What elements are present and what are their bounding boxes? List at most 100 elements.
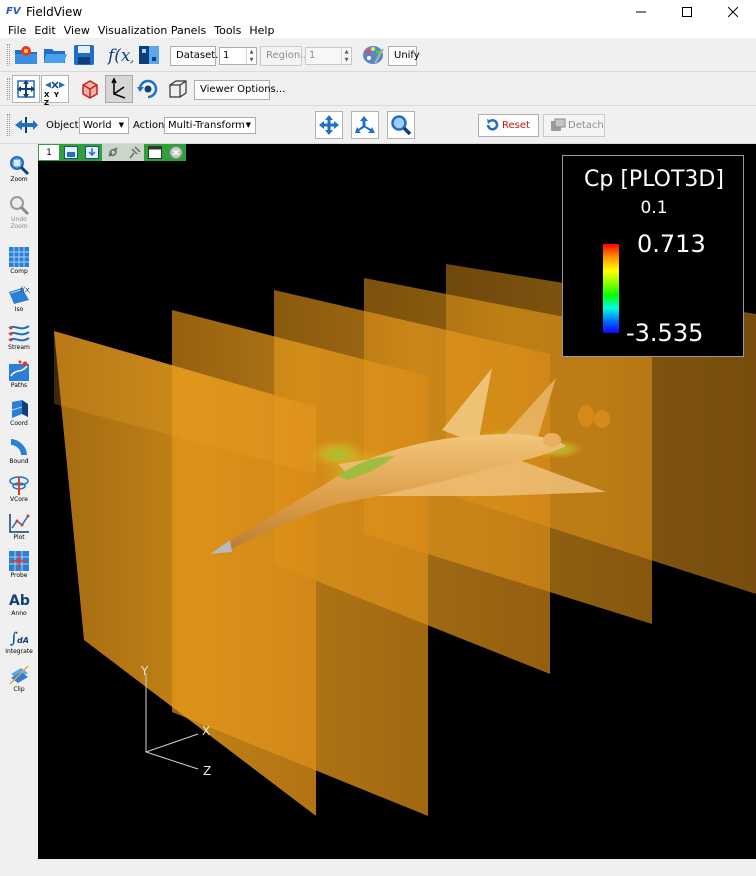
probe-icon bbox=[9, 551, 29, 571]
xyz-view-button[interactable]: X Y Z bbox=[41, 75, 69, 107]
annotation-tool[interactable]: Ab Anno bbox=[0, 588, 38, 626]
visualization-tools-panel: Zoom UndoZoom Comp f(x) Iso Stream Paths… bbox=[0, 144, 38, 860]
svg-text:dA: dA bbox=[17, 636, 29, 645]
folder-open-icon bbox=[44, 49, 67, 63]
reset-icon bbox=[486, 119, 499, 131]
fieldview-logo-icon: FV bbox=[6, 5, 21, 17]
clip-tool[interactable]: Clip bbox=[0, 664, 38, 702]
detach-button[interactable]: Detach bbox=[543, 114, 605, 137]
viewer-number-tab[interactable]: 1 bbox=[38, 144, 60, 161]
menu-help[interactable]: Help bbox=[245, 23, 278, 38]
viewer-pin-button[interactable] bbox=[123, 144, 144, 161]
vortex-blob-2 bbox=[594, 410, 610, 428]
svg-text:f(x): f(x) bbox=[107, 46, 133, 66]
transform-toolbar: Object: World ▼ Action: Multi-Transform … bbox=[0, 106, 756, 144]
axis-z-label: Z bbox=[203, 764, 212, 778]
wireframe-box-button[interactable] bbox=[164, 75, 192, 103]
dataset-number-value: 1 bbox=[223, 50, 230, 61]
palette-icon bbox=[363, 46, 384, 64]
aircraft-exhaust bbox=[543, 433, 561, 447]
reset-button-label: Reset bbox=[502, 120, 530, 131]
paths-tool[interactable]: Paths bbox=[0, 360, 38, 398]
menu-view[interactable]: View bbox=[60, 23, 94, 38]
menu-visualization-panels[interactable]: Visualization Panels bbox=[94, 23, 210, 38]
menu-bar: File Edit View Visualization Panels Tool… bbox=[0, 23, 756, 38]
menu-edit[interactable]: Edit bbox=[30, 23, 59, 38]
clip-icon bbox=[9, 665, 29, 685]
axis-move-button[interactable] bbox=[351, 111, 379, 139]
axis-triad-toggle-button[interactable] bbox=[105, 75, 133, 103]
translate-button[interactable] bbox=[315, 111, 343, 139]
unify-button[interactable]: Unify bbox=[388, 46, 420, 66]
plot-tool[interactable]: Plot bbox=[0, 512, 38, 550]
minimize-button[interactable] bbox=[618, 0, 664, 23]
coord-surface-tool[interactable]: Coord bbox=[0, 398, 38, 436]
viewer-save-button[interactable] bbox=[60, 144, 81, 161]
spin-arrows-icon[interactable]: ▲ ▼ bbox=[246, 48, 256, 64]
open-data-icon bbox=[15, 46, 37, 64]
integrate-tool[interactable]: ∫ dA Integrate bbox=[0, 626, 38, 664]
plot-tool-label: Plot bbox=[13, 534, 25, 541]
dataset-number-spinbox[interactable]: 1 ▲ ▼ bbox=[219, 47, 257, 65]
open-data-button[interactable] bbox=[12, 41, 40, 69]
zoom-tool-button[interactable] bbox=[387, 111, 415, 139]
stream-tool-label: Stream bbox=[8, 344, 30, 351]
toolbar-grip[interactable] bbox=[7, 44, 10, 66]
viewer-window-button[interactable] bbox=[144, 144, 165, 161]
action-select-value: Multi-Transform bbox=[168, 120, 245, 131]
coordinate-surface-icon bbox=[11, 400, 28, 418]
colormap-legend[interactable]: Cp [PLOT3D] 0.1 0.713 -3.535 bbox=[562, 155, 744, 357]
viewer-options-button[interactable]: Viewer Options... bbox=[194, 80, 285, 100]
chevron-down-icon: ▼ bbox=[118, 121, 124, 129]
object-select-value: World bbox=[83, 120, 112, 131]
boundary-surface-icon bbox=[11, 439, 27, 455]
toolbar-grip[interactable] bbox=[7, 114, 10, 136]
graphics-viewer[interactable]: Y X Z 1 Cp [PLOT3D] 0.1 0.713 -3.535 bbox=[38, 144, 756, 859]
menu-file[interactable]: File bbox=[4, 23, 30, 38]
region-button[interactable]: Region... bbox=[260, 46, 310, 66]
colormap-button[interactable] bbox=[135, 41, 163, 69]
transform-view-button[interactable] bbox=[12, 75, 40, 103]
color-palette-button[interactable] bbox=[359, 41, 387, 69]
transform-mode-button[interactable] bbox=[12, 111, 40, 139]
rotate-icon bbox=[137, 79, 158, 99]
close-circle-icon bbox=[169, 146, 182, 159]
region-number-spinbox[interactable]: 1 ▲ ▼ bbox=[305, 47, 352, 65]
rotate-view-button[interactable] bbox=[134, 75, 162, 103]
probe-tool[interactable]: Probe bbox=[0, 550, 38, 588]
toolbar-grip[interactable] bbox=[7, 78, 10, 100]
outline-box-button[interactable] bbox=[76, 75, 104, 103]
iso-surface-tool[interactable]: f(x) Iso bbox=[0, 284, 38, 322]
open-folder-button[interactable] bbox=[41, 41, 69, 69]
outline-cube-icon bbox=[82, 80, 98, 99]
undo-zoom-tool[interactable]: Undo Zoom bbox=[0, 194, 38, 232]
zoom-tool[interactable]: Zoom bbox=[0, 154, 38, 192]
object-label: Object: bbox=[46, 120, 82, 131]
undo-zoom-icon bbox=[10, 196, 30, 216]
bound-surface-tool[interactable]: Bound bbox=[0, 436, 38, 474]
action-select[interactable]: Multi-Transform ▼ bbox=[164, 117, 256, 134]
menu-tools[interactable]: Tools bbox=[210, 23, 245, 38]
dataset-button[interactable]: Dataset... bbox=[170, 46, 225, 66]
vortex-core-tool[interactable]: VCore bbox=[0, 474, 38, 512]
reset-button[interactable]: Reset bbox=[478, 114, 539, 137]
viewer-link-button[interactable] bbox=[102, 144, 123, 161]
region-number-value: 1 bbox=[309, 50, 316, 61]
fieldview-window: FV FieldView File Edit View Visualizatio… bbox=[0, 0, 756, 876]
viewer-download-button[interactable] bbox=[81, 144, 102, 161]
probe-tool-label: Probe bbox=[10, 572, 28, 579]
save-button[interactable] bbox=[70, 41, 98, 69]
stream-tool[interactable]: Stream bbox=[0, 322, 38, 360]
maximize-button[interactable] bbox=[664, 0, 710, 23]
close-button[interactable] bbox=[710, 0, 756, 23]
viewer-close-button[interactable] bbox=[165, 144, 186, 161]
vortex-core-icon bbox=[9, 476, 29, 495]
vortex-blob-1 bbox=[578, 405, 594, 427]
object-select[interactable]: World ▼ bbox=[79, 117, 129, 134]
streamlines-icon bbox=[8, 325, 30, 342]
function-button[interactable]: f(x) bbox=[106, 41, 134, 69]
bound-tool-label: Bound bbox=[9, 458, 29, 465]
spin-arrows-icon[interactable]: ▲ ▼ bbox=[341, 48, 351, 64]
comp-surface-tool[interactable]: Comp bbox=[0, 246, 38, 284]
action-label: Action: bbox=[133, 120, 168, 131]
